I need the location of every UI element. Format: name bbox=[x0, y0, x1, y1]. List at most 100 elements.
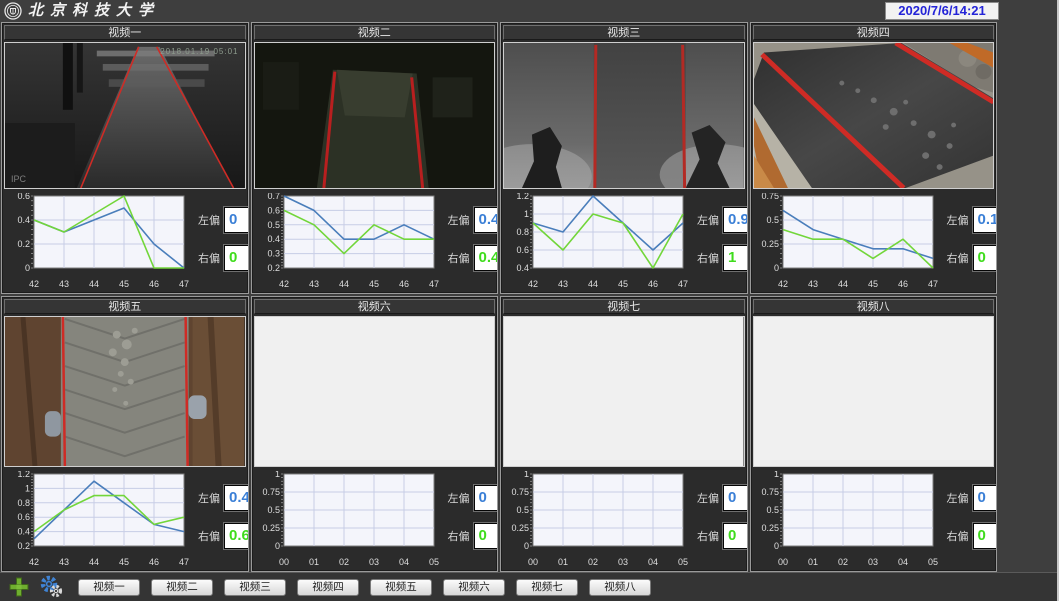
svg-text:47: 47 bbox=[179, 557, 189, 567]
svg-text:0.7: 0.7 bbox=[267, 193, 280, 201]
svg-text:46: 46 bbox=[897, 279, 907, 289]
right-deviation-value[interactable]: 0 bbox=[973, 245, 998, 271]
right-deviation-value[interactable]: 0 bbox=[224, 245, 249, 271]
university-title: 北京科技大学 bbox=[28, 1, 160, 21]
left-deviation-value[interactable]: 0.4 bbox=[474, 207, 499, 233]
left-deviation-row: 左偏 0 cm bbox=[947, 483, 998, 513]
svg-text:47: 47 bbox=[927, 279, 937, 289]
right-deviation-row: 右偏 0 cm bbox=[198, 243, 249, 273]
svg-text:45: 45 bbox=[119, 279, 129, 289]
svg-text:42: 42 bbox=[29, 557, 39, 567]
deviation-section: 0.20.40.60.811.2424344454647 左偏 0.4 cm 右… bbox=[2, 469, 248, 571]
left-deviation-row: 左偏 0 cm bbox=[697, 483, 748, 513]
svg-text:0.75: 0.75 bbox=[761, 193, 779, 201]
video-feed[interactable] bbox=[753, 42, 995, 189]
right-deviation-label: 右偏 bbox=[947, 528, 969, 544]
video-panel-8: 视频八 00.250.50.751000102030405 左偏 0 cm 右偏… bbox=[750, 296, 998, 572]
university-logo-icon bbox=[4, 2, 22, 20]
left-deviation-label: 左偏 bbox=[448, 490, 470, 506]
video-panel-2: 视频二 0.20.30.40.50.60.7424344454647 左偏 0.… bbox=[251, 22, 499, 294]
video-button-6[interactable]: 视频六 bbox=[443, 579, 505, 596]
deviation-chart: 00.250.50.751000102030405 bbox=[254, 471, 442, 569]
video-button-3[interactable]: 视频三 bbox=[224, 579, 286, 596]
deviation-controls: 左偏 0 cm 右偏 0 cm bbox=[697, 471, 748, 559]
deviation-chart: 00.250.50.75424344454647 bbox=[753, 193, 941, 291]
svg-text:46: 46 bbox=[149, 279, 159, 289]
svg-text:42: 42 bbox=[29, 279, 39, 289]
video-feed[interactable]: 2018.01.19 05:01IPC bbox=[4, 42, 246, 189]
svg-text:46: 46 bbox=[149, 557, 159, 567]
video-feed[interactable] bbox=[254, 42, 496, 189]
deviation-controls: 左偏 0.4 cm 右偏 0.6 cm bbox=[198, 471, 249, 559]
left-deviation-value[interactable]: 0.1 bbox=[973, 207, 998, 233]
svg-text:01: 01 bbox=[807, 557, 817, 567]
video-feed[interactable] bbox=[503, 42, 745, 189]
right-deviation-value[interactable]: 0 bbox=[723, 523, 748, 549]
toolbar: 视频一视频二视频三视频四视频五视频六视频七视频八 bbox=[0, 572, 1059, 601]
svg-text:03: 03 bbox=[368, 557, 378, 567]
left-deviation-value[interactable]: 0 bbox=[973, 485, 998, 511]
svg-text:43: 43 bbox=[59, 557, 69, 567]
right-deviation-label: 右偏 bbox=[448, 250, 470, 266]
video-panel-6: 视频六 00.250.50.751000102030405 左偏 0 cm 右偏… bbox=[251, 296, 499, 572]
panel-title: 视频三 bbox=[503, 25, 745, 40]
panel-title: 视频八 bbox=[753, 299, 995, 314]
settings-gear-icon[interactable] bbox=[38, 575, 64, 599]
svg-text:04: 04 bbox=[398, 557, 408, 567]
deviation-chart: 0.40.60.811.2424344454647 bbox=[503, 193, 691, 291]
left-deviation-value[interactable]: 0 bbox=[723, 485, 748, 511]
right-deviation-label: 右偏 bbox=[947, 250, 969, 266]
svg-text:0: 0 bbox=[773, 541, 778, 551]
svg-text:03: 03 bbox=[867, 557, 877, 567]
add-camera-icon[interactable] bbox=[8, 576, 30, 598]
left-deviation-label: 左偏 bbox=[947, 490, 969, 506]
video-button-8[interactable]: 视频八 bbox=[589, 579, 651, 596]
right-deviation-label: 右偏 bbox=[198, 528, 220, 544]
panel-grid: 视频一 2018.01.19 05:01IPC 00.20.40. bbox=[1, 22, 997, 572]
svg-text:0: 0 bbox=[524, 541, 529, 551]
video-button-1[interactable]: 视频一 bbox=[78, 579, 140, 596]
svg-text:1: 1 bbox=[25, 483, 30, 493]
right-deviation-value[interactable]: 0 bbox=[474, 523, 499, 549]
left-deviation-value[interactable]: 0 bbox=[224, 207, 249, 233]
right-deviation-value[interactable]: 0 bbox=[973, 523, 998, 549]
svg-text:45: 45 bbox=[119, 557, 129, 567]
video-feed[interactable] bbox=[753, 316, 995, 467]
panel-title: 视频六 bbox=[254, 299, 496, 314]
right-deviation-value[interactable]: 1 bbox=[723, 245, 748, 271]
left-deviation-row: 左偏 0 cm bbox=[198, 205, 249, 235]
deviation-chart: 00.20.40.6424344454647 bbox=[4, 193, 192, 291]
video-panel-5: 视频五 0.20.40.60.811.2424344454 bbox=[1, 296, 249, 572]
svg-text:43: 43 bbox=[59, 279, 69, 289]
datetime-display: 2020/7/6/14:21 bbox=[885, 2, 999, 20]
svg-text:0.25: 0.25 bbox=[511, 523, 529, 533]
left-deviation-value[interactable]: 0.9 bbox=[723, 207, 748, 233]
right-deviation-value[interactable]: 0.4 bbox=[474, 245, 499, 271]
left-deviation-value[interactable]: 0.4 bbox=[224, 485, 249, 511]
video-button-2[interactable]: 视频二 bbox=[151, 579, 213, 596]
right-deviation-row: 右偏 0 cm bbox=[947, 243, 998, 273]
left-deviation-label: 左偏 bbox=[448, 212, 470, 228]
video-feed[interactable] bbox=[4, 316, 246, 467]
video-button-7[interactable]: 视频七 bbox=[516, 579, 578, 596]
svg-text:0.2: 0.2 bbox=[267, 263, 280, 273]
svg-text:0: 0 bbox=[25, 263, 30, 273]
svg-text:1: 1 bbox=[773, 471, 778, 479]
right-deviation-value[interactable]: 0.6 bbox=[224, 523, 249, 549]
svg-text:1: 1 bbox=[524, 209, 529, 219]
svg-text:0.4: 0.4 bbox=[516, 263, 529, 273]
video-button-4[interactable]: 视频四 bbox=[297, 579, 359, 596]
left-deviation-value[interactable]: 0 bbox=[474, 485, 499, 511]
video-button-5[interactable]: 视频五 bbox=[370, 579, 432, 596]
svg-text:02: 02 bbox=[338, 557, 348, 567]
svg-text:47: 47 bbox=[428, 279, 438, 289]
deviation-controls: 左偏 0.9 cm 右偏 1 cm bbox=[697, 193, 748, 281]
video-panel-3: 视频三 0.40.60.811.2424344454647 bbox=[500, 22, 748, 294]
svg-text:0.75: 0.75 bbox=[262, 487, 280, 497]
svg-text:02: 02 bbox=[588, 557, 598, 567]
svg-text:47: 47 bbox=[678, 279, 688, 289]
video-feed[interactable] bbox=[254, 316, 496, 467]
svg-text:01: 01 bbox=[558, 557, 568, 567]
video-feed[interactable] bbox=[503, 316, 745, 467]
svg-text:43: 43 bbox=[807, 279, 817, 289]
